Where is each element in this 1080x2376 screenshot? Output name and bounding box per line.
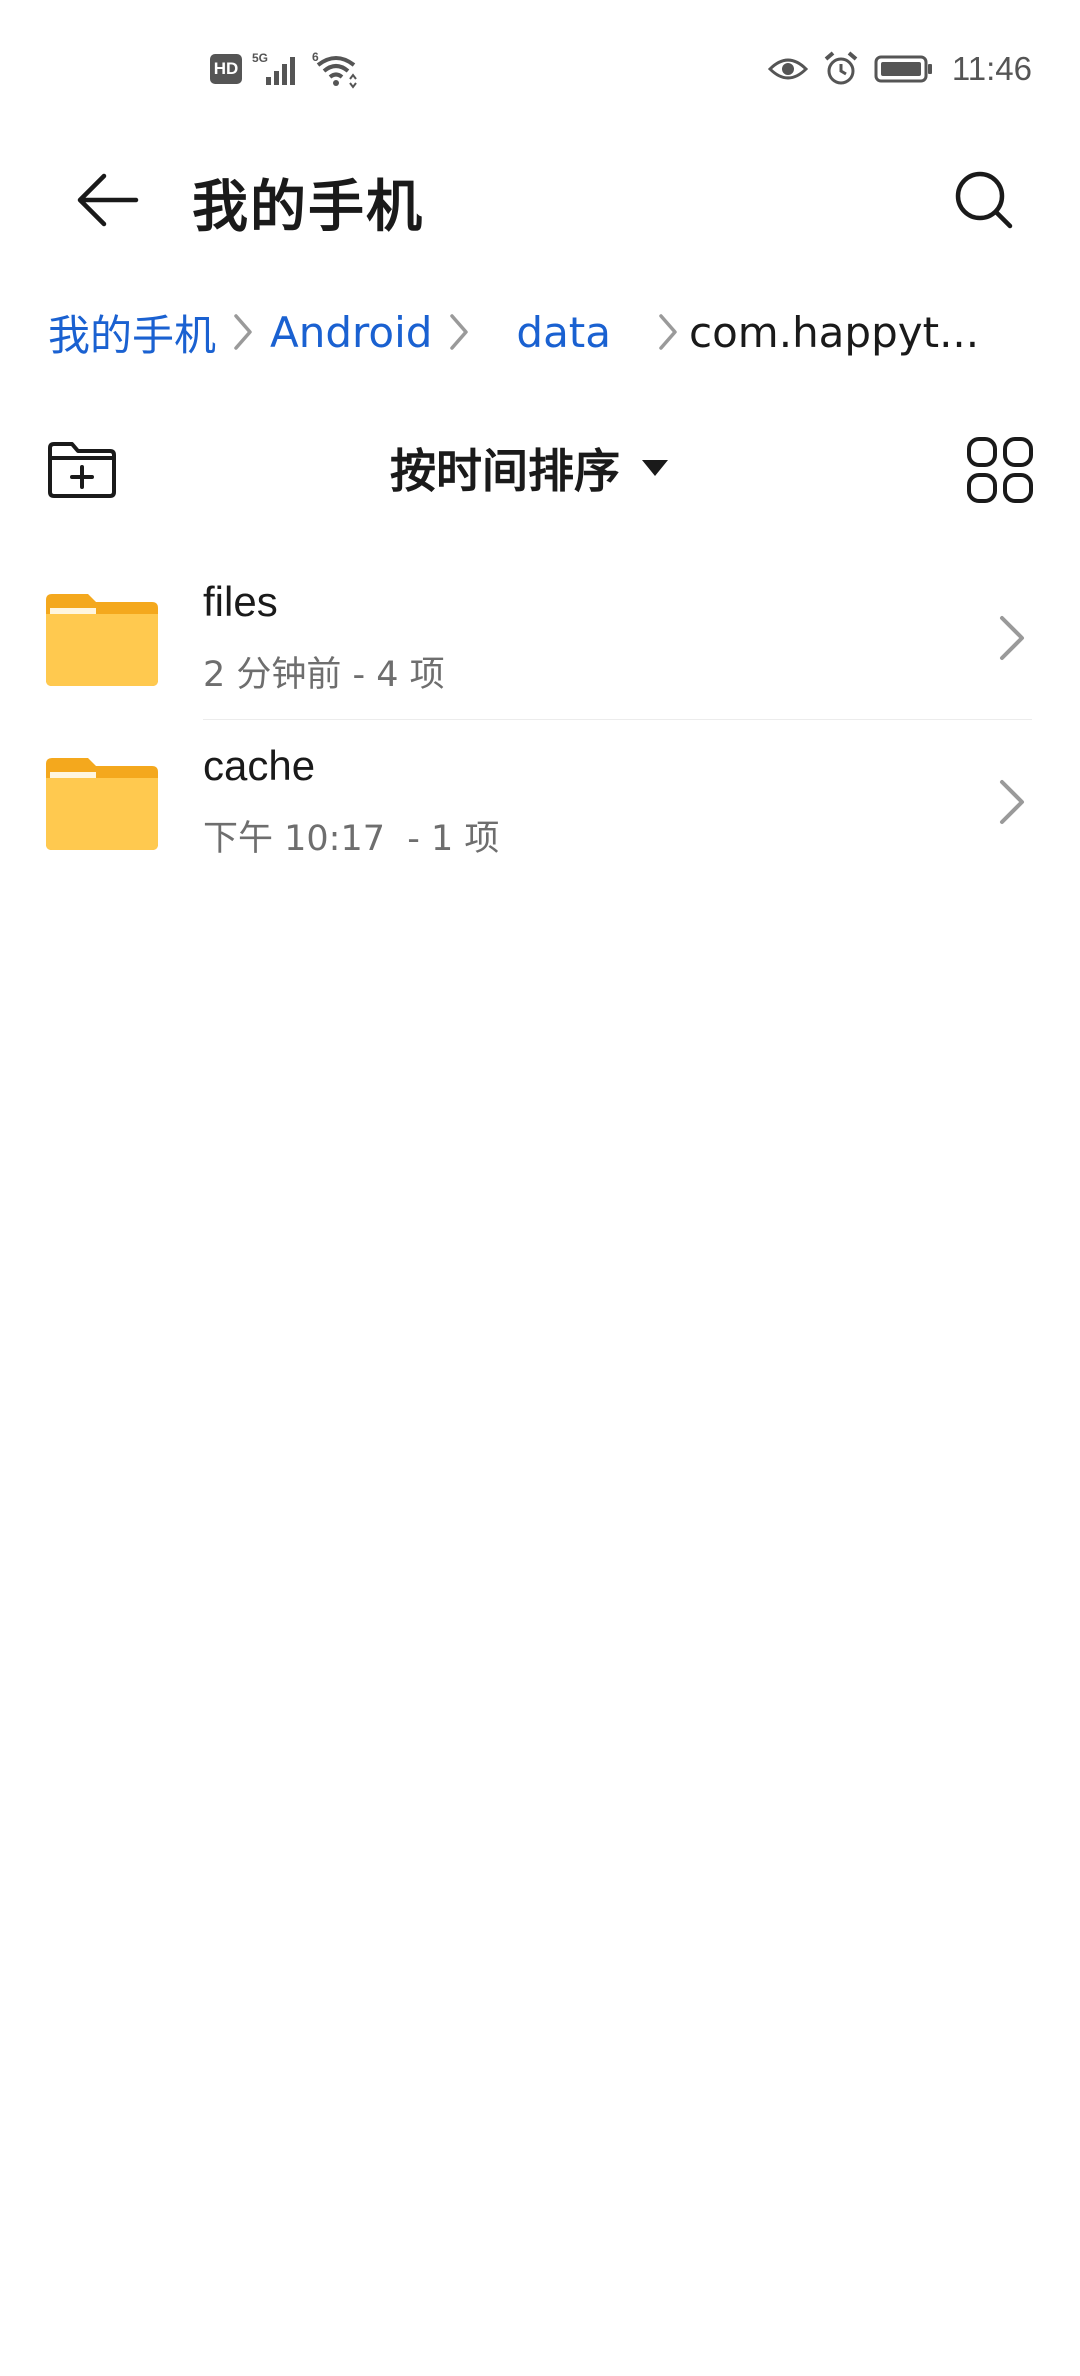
- wifi-6-icon: 6: [312, 50, 357, 89]
- list-item-cache[interactable]: cache 下午 10:17 - 1 项: [0, 720, 1080, 884]
- hd-icon: HD: [210, 54, 242, 84]
- caret-down-icon: [642, 460, 668, 476]
- file-name: cache: [203, 742, 316, 789]
- svg-text:6: 6: [312, 50, 319, 64]
- list-item-files[interactable]: files 2 分钟前 - 4 项: [0, 556, 1080, 720]
- breadcrumb: 我的手机 Android data com.happyt...: [48, 296, 1038, 368]
- status-left: HD 5G 6: [210, 46, 360, 92]
- file-name: files: [203, 578, 278, 625]
- file-meta: 2 分钟前 - 4 项: [203, 655, 445, 695]
- breadcrumb-item-my-phone[interactable]: 我的手机: [48, 302, 216, 363]
- toolbar: 按时间排序: [0, 420, 1080, 516]
- sort-dropdown[interactable]: 按时间排序: [390, 432, 670, 504]
- eye-comfort-icon: [767, 58, 808, 80]
- new-folder-icon: [48, 442, 116, 498]
- folder-icon: [46, 594, 158, 686]
- grid-view-icon: [967, 437, 1033, 503]
- search-button[interactable]: [944, 160, 1024, 240]
- battery-icon: [874, 55, 932, 83]
- breadcrumb-item-current: com.happyt...: [689, 307, 980, 357]
- page-title: 我的手机: [192, 175, 424, 240]
- arrow-left-icon: [77, 173, 139, 227]
- breadcrumb-item-data[interactable]: data: [516, 308, 611, 357]
- new-folder-button[interactable]: [44, 438, 120, 502]
- chevron-right-icon: [657, 312, 679, 352]
- clock: 11:46: [951, 50, 1032, 87]
- chevron-right-icon: [232, 312, 254, 352]
- search-icon: [955, 171, 1013, 229]
- folder-icon: [46, 758, 158, 850]
- grid-view-button[interactable]: [964, 434, 1036, 506]
- chevron-right-icon: [448, 312, 470, 352]
- status-bar: HD 5G 6 11:46: [0, 0, 1080, 130]
- back-button[interactable]: [64, 164, 152, 236]
- app-bar: 我的手机: [0, 140, 1080, 260]
- file-meta: 下午 10:17 - 1 项: [203, 819, 500, 859]
- file-list: files 2 分钟前 - 4 项 cache 下午 10:17 - 1 项: [0, 556, 1080, 884]
- svg-text:5G: 5G: [252, 51, 268, 65]
- chevron-right-icon: [1000, 780, 1024, 824]
- breadcrumb-item-android[interactable]: Android: [270, 308, 432, 357]
- signal-5g-icon: 5G: [252, 51, 295, 85]
- sort-label: 按时间排序: [390, 444, 620, 498]
- status-right: 11:46: [767, 46, 1032, 92]
- chevron-right-icon: [1000, 616, 1024, 660]
- alarm-icon: [824, 51, 858, 85]
